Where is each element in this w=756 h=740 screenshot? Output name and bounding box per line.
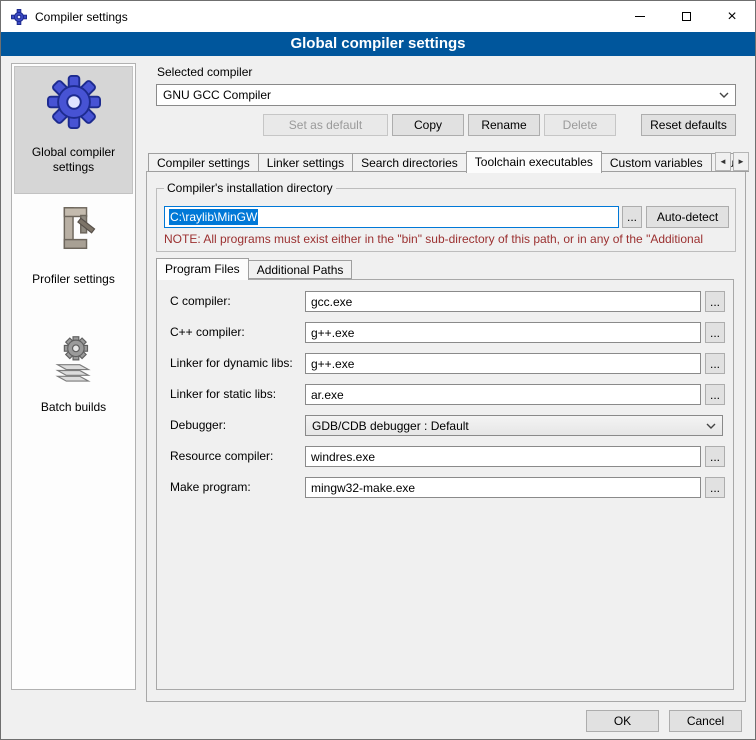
autodetect-button[interactable]: Auto-detect	[646, 206, 729, 228]
window-title: Compiler settings	[35, 10, 128, 24]
profiler-clamp-icon	[47, 202, 101, 256]
linker-static-input[interactable]	[305, 384, 701, 405]
resource-compiler-label: Resource compiler:	[170, 446, 273, 467]
compiler-select-value: GNU GCC Compiler	[163, 88, 271, 102]
linker-static-label: Linker for static libs:	[170, 384, 276, 405]
minimize-icon	[635, 16, 645, 17]
tab-scroll-left-button[interactable]: ◄	[715, 152, 731, 171]
cpp-compiler-label: C++ compiler:	[170, 322, 245, 343]
program-files-panel: C compiler: ... C++ compiler: ... Linker…	[156, 279, 734, 690]
tab-scroll-right-button[interactable]: ►	[733, 152, 749, 171]
tab-search-directories[interactable]: Search directories	[352, 153, 467, 172]
batch-builds-icon	[47, 330, 101, 384]
installation-directory-selected-text: C:\raylib\MinGW	[169, 209, 258, 225]
sidebar-item-label: Profiler settings	[29, 272, 118, 287]
sidebar-item-label: Batch builds	[38, 400, 109, 415]
ok-button[interactable]: OK	[586, 710, 659, 732]
reset-defaults-button[interactable]: Reset defaults	[641, 114, 736, 136]
tab-additional-paths[interactable]: Additional Paths	[248, 260, 353, 279]
program-tab-strip: Program Files Additional Paths	[156, 258, 351, 279]
maximize-icon	[682, 12, 691, 21]
copy-button[interactable]: Copy	[392, 114, 464, 136]
gear-icon	[47, 75, 101, 129]
right-arrow-icon: ►	[737, 157, 745, 166]
c-compiler-input[interactable]	[305, 291, 701, 312]
make-program-input[interactable]	[305, 477, 701, 498]
resource-compiler-browse-button[interactable]: ...	[705, 446, 725, 467]
linker-dynamic-label: Linker for dynamic libs:	[170, 353, 293, 374]
left-arrow-icon: ◄	[719, 157, 727, 166]
selected-compiler-label: Selected compiler	[157, 65, 252, 79]
tab-toolchain-executables[interactable]: Toolchain executables	[466, 151, 602, 173]
linker-dynamic-input[interactable]	[305, 353, 701, 374]
c-compiler-browse-button[interactable]: ...	[705, 291, 725, 312]
cpp-compiler-input[interactable]	[305, 322, 701, 343]
tab-strip: Compiler settings Linker settings Search…	[148, 150, 748, 172]
make-program-label: Make program:	[170, 477, 251, 498]
delete-button[interactable]: Delete	[544, 114, 616, 136]
close-icon: ×	[727, 9, 736, 25]
sidebar-item-label: Global compiler settings	[15, 145, 132, 175]
compiler-button-row: Set as default Copy Rename Delete Reset …	[156, 114, 736, 136]
close-button[interactable]: ×	[709, 1, 755, 32]
c-compiler-label: C compiler:	[170, 291, 231, 312]
tab-custom-variables[interactable]: Custom variables	[601, 153, 712, 172]
chevron-down-icon	[706, 423, 716, 429]
linker-dynamic-browse-button[interactable]: ...	[705, 353, 725, 374]
debugger-label: Debugger:	[170, 415, 226, 436]
window-controls: ×	[617, 1, 755, 32]
resource-compiler-input[interactable]	[305, 446, 701, 467]
cancel-button[interactable]: Cancel	[669, 710, 742, 732]
tab-program-files[interactable]: Program Files	[156, 258, 249, 280]
sidebar-item-batch-builds[interactable]: Batch builds	[14, 322, 133, 450]
rename-button[interactable]: Rename	[468, 114, 540, 136]
window-icon	[11, 9, 27, 25]
note-text: NOTE: All programs must exist either in …	[164, 232, 742, 246]
sidebar-item-profiler-settings[interactable]: Profiler settings	[14, 194, 133, 322]
dialog-header-title: Global compiler settings	[290, 35, 465, 52]
sidebar: Global compiler settings Profiler settin…	[11, 63, 136, 690]
linker-static-browse-button[interactable]: ...	[705, 384, 725, 405]
set-as-default-button[interactable]: Set as default	[263, 114, 388, 136]
installation-directory-browse-button[interactable]: ...	[622, 206, 642, 228]
tab-linker-settings[interactable]: Linker settings	[258, 153, 353, 172]
debugger-select-value: GDB/CDB debugger : Default	[312, 419, 469, 433]
minimize-button[interactable]	[617, 1, 663, 32]
compiler-settings-window: Compiler settings × Global compiler sett…	[0, 0, 756, 740]
tab-scroll-controls: ◄ ►	[715, 152, 749, 171]
chevron-down-icon	[719, 92, 729, 98]
installation-directory-input[interactable]: C:\raylib\MinGW	[164, 206, 619, 228]
maximize-button[interactable]	[663, 1, 709, 32]
tab-compiler-settings[interactable]: Compiler settings	[148, 153, 259, 172]
titlebar: Compiler settings ×	[1, 1, 755, 32]
debugger-select[interactable]: GDB/CDB debugger : Default	[305, 415, 723, 436]
cpp-compiler-browse-button[interactable]: ...	[705, 322, 725, 343]
dialog-header: Global compiler settings	[1, 32, 755, 56]
compiler-select[interactable]: GNU GCC Compiler	[156, 84, 736, 106]
installation-directory-group-label: Compiler's installation directory	[164, 181, 336, 195]
sidebar-item-global-compiler-settings[interactable]: Global compiler settings	[14, 66, 133, 194]
make-program-browse-button[interactable]: ...	[705, 477, 725, 498]
